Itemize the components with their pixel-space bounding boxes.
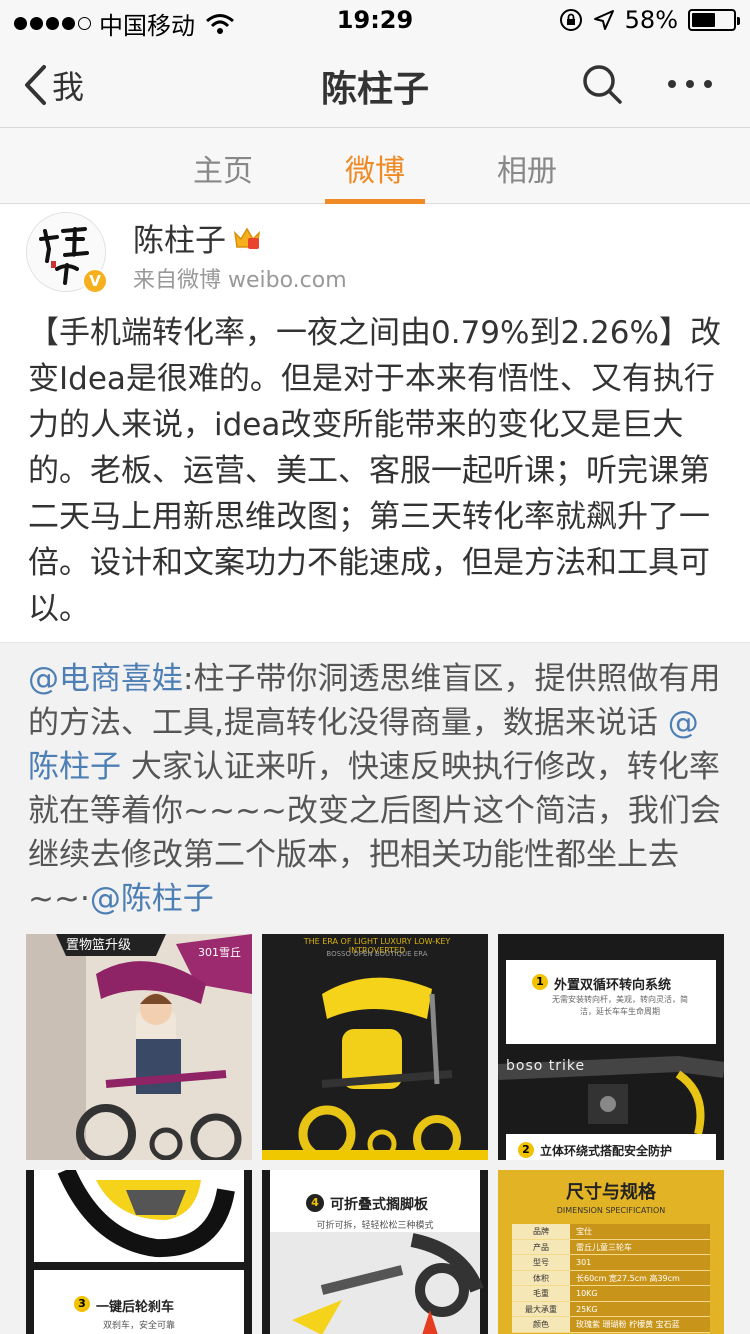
- feature-number: 2: [518, 1142, 534, 1158]
- back-label: 我: [52, 68, 85, 106]
- feature-desc: 双刹车，安全可靠: [102, 1321, 175, 1331]
- spec-value: 10KG: [570, 1286, 710, 1301]
- crown-icon: [233, 227, 261, 249]
- spec-subtitle: DIMENSION SPECIFICATION: [556, 1206, 666, 1215]
- post-image-6[interactable]: 尺寸与规格 DIMENSION SPECIFICATION 品牌 宝仕 产品 雷丘儿童…: [498, 1170, 724, 1334]
- battery-percent: 58%: [624, 6, 678, 34]
- spec-key: 品牌: [512, 1224, 570, 1239]
- spec-row: 品牌 宝仕: [512, 1224, 710, 1240]
- feature-title: 外置双循环转向系统: [554, 978, 672, 993]
- spec-key: 最大承重: [512, 1301, 570, 1316]
- trike-photo: [262, 934, 488, 1160]
- spec-value: 雷丘儿童三轮车: [570, 1239, 710, 1254]
- rotation-lock-icon: [559, 9, 582, 31]
- battery-icon: [688, 9, 740, 31]
- spec-row: 颜色 玫瑰紫 珊瑚粉 柠檬黄 宝石蓝: [512, 1317, 710, 1333]
- post-image-4[interactable]: 3 一键后轮刹车 双刹车，安全可靠: [26, 1170, 252, 1334]
- spec-row: 型号 301: [512, 1255, 710, 1271]
- post-image-3[interactable]: 1 外置双循环转向系统 无需安装转向杆，美观，转向灵活，简洁，延长车车生命周期 …: [498, 934, 724, 1160]
- search-icon[interactable]: [580, 62, 624, 106]
- page-title: 陈柱子: [320, 69, 429, 110]
- back-button[interactable]: 我: [22, 62, 84, 108]
- tab-weibo[interactable]: 微博: [345, 146, 405, 190]
- feature-desc: 无需安装转向杆，美观，转向灵活，简洁，延长车车生命周期: [552, 995, 688, 1016]
- mention-link[interactable]: @陈柱子: [90, 881, 214, 917]
- post-image-5[interactable]: 4 可折叠式搁脚板 可折可拆，轻轻松松三种模式: [262, 1170, 488, 1334]
- spec-table: 品牌 宝仕 产品 雷丘儿童三轮车 型号 301 体积 长60cm 宽27.5cm 高39cm 毛…: [512, 1224, 710, 1333]
- spec-key: 毛重: [512, 1286, 570, 1301]
- tab-album[interactable]: 相册: [497, 146, 557, 190]
- feature-title: 可折叠式搁脚板: [330, 1197, 428, 1213]
- nav-bar: 我 陈柱子: [0, 40, 750, 128]
- spec-value: 301: [570, 1255, 710, 1270]
- spec-row: 产品 雷丘儿童三轮车: [512, 1239, 710, 1255]
- feature-title: 立体环绕式搭配安全防护: [540, 1144, 673, 1158]
- image-2-subcaption: BOSSO OPEN BOUTIQUE ERA: [326, 950, 428, 958]
- feature-number: 4: [306, 1194, 324, 1212]
- location-icon: [593, 10, 614, 30]
- mention-link[interactable]: @电商喜娃: [28, 661, 183, 697]
- brand-label: boso trike: [506, 1058, 586, 1074]
- spec-value: 长60cm 宽27.5cm 高39cm: [570, 1270, 710, 1285]
- feature-number: 3: [74, 1296, 90, 1312]
- feature-desc: 可折可拆，轻轻松松三种模式: [316, 1221, 434, 1231]
- spec-key: 颜色: [512, 1317, 570, 1332]
- spec-value: 玫瑰紫 珊瑚粉 柠檬黄 宝石蓝: [570, 1317, 710, 1332]
- feature-number: 1: [532, 974, 548, 990]
- spec-row: 毛重 10KG: [512, 1286, 710, 1302]
- profile-tabs: 主页 微博 相册: [0, 128, 750, 204]
- post-image-1[interactable]: 置物篮升级 301雪丘: [26, 934, 252, 1160]
- spec-key: 产品: [512, 1239, 570, 1254]
- trike-photo: [26, 934, 252, 1160]
- image-1-subcaption: 301雪丘: [198, 946, 241, 959]
- more-icon[interactable]: [665, 70, 715, 98]
- spec-value: 宝仕: [570, 1224, 710, 1239]
- verified-badge: V: [82, 268, 108, 294]
- status-bar: 中国移动 19:29 58%: [0, 0, 750, 40]
- feature-title: 一键后轮刹车: [96, 1300, 175, 1315]
- post-source: 来自微博 weibo.com: [133, 268, 347, 293]
- retweet-text: @电商喜娃:柱子带你洞透思维盲区，提供照做有用的方法、工具,提高转化没得商量，数…: [28, 657, 728, 921]
- post-image-2[interactable]: THE ERA OF LIGHT LUXURY LOW-KEY INTROVER…: [262, 934, 488, 1160]
- image-1-caption: 置物篮升级: [66, 938, 132, 953]
- spec-value: 25KG: [570, 1301, 710, 1316]
- spec-key: 体积: [512, 1270, 570, 1285]
- retweet-block[interactable]: @电商喜娃:柱子带你洞透思维盲区，提供照做有用的方法、工具,提高转化没得商量，数…: [0, 642, 750, 1334]
- spec-title: 尺寸与规格: [566, 1182, 656, 1203]
- tab-home[interactable]: 主页: [193, 146, 253, 190]
- chevron-left-icon: [25, 65, 46, 105]
- spec-row: 最大承重 25KG: [512, 1301, 710, 1317]
- spec-key: 型号: [512, 1255, 570, 1270]
- active-tab-indicator: [325, 199, 425, 204]
- post-author[interactable]: 陈柱子: [133, 215, 262, 260]
- author-name: 陈柱子: [133, 223, 226, 259]
- spec-row: 体积 长60cm 宽27.5cm 高39cm: [512, 1270, 710, 1286]
- post-body: 【手机端转化率，一夜之间由0.79%到2.26%】改变Idea是很难的。但是对于…: [28, 315, 721, 627]
